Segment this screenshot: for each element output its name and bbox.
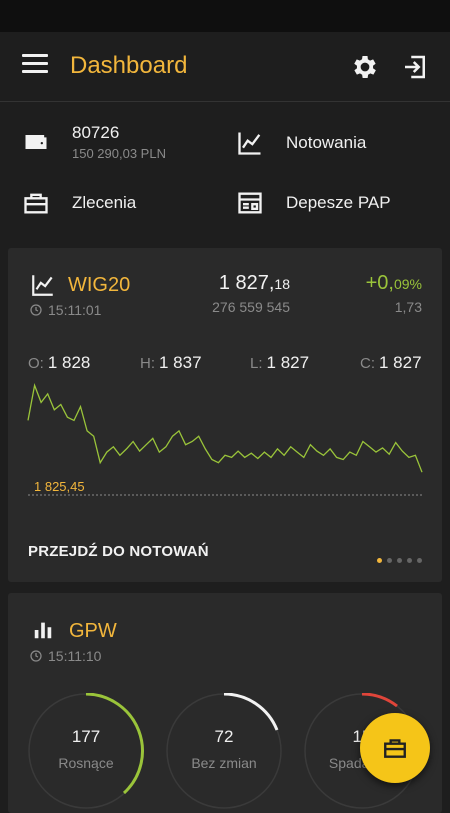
clock-icon [30, 304, 42, 316]
newspaper-icon [238, 192, 262, 214]
app-bar: Dashboard [0, 32, 450, 102]
logout-icon[interactable] [400, 52, 430, 82]
price-main: 1 827, [218, 272, 275, 294]
account-balance: 150 290,03 PLN [72, 146, 166, 161]
quotes-label: Notowania [286, 133, 367, 152]
low-value: L: 1 827 [250, 353, 310, 372]
orders-item[interactable]: Zlecenia [22, 189, 136, 217]
flat-label: Bez zmian [191, 755, 257, 771]
open-value: O: 1 828 [28, 353, 91, 372]
gear-icon[interactable] [350, 52, 380, 82]
change-absolute: 1,73 [394, 299, 422, 315]
rising-count: 177 [71, 727, 101, 746]
new-order-fab[interactable] [360, 713, 430, 783]
wig-time: 15:11:01 [48, 302, 102, 318]
briefcase-icon [384, 739, 406, 758]
account-number: 80726 [72, 123, 120, 142]
flat-count: 72 [214, 727, 234, 746]
news-label: Depesze PAP [286, 193, 391, 212]
briefcase-icon [24, 193, 48, 214]
close-value: C: 1 827 [360, 353, 422, 372]
wig20-card[interactable]: WIG20 15:11:01 1 827,18 276 559 545 +0,0… [8, 248, 442, 582]
account-item[interactable]: 80726 150 290,03 PLN [22, 123, 166, 161]
page-dot[interactable] [397, 558, 402, 563]
quick-actions: 80726 150 290,03 PLN Notowania Zlecenia … [0, 101, 450, 241]
change-main: +0, [365, 272, 394, 294]
wallet-icon [25, 135, 47, 149]
high-value: H: 1 837 [140, 353, 202, 372]
news-item[interactable]: Depesze PAP [236, 189, 391, 217]
rising-label: Rosnące [58, 755, 114, 771]
change-block: +0,09% 1,73 [366, 272, 422, 315]
page-indicator[interactable] [372, 558, 422, 563]
line-chart-icon [238, 132, 261, 155]
gpw-title: GPW [69, 620, 117, 642]
quotes-item[interactable]: Notowania [236, 129, 366, 157]
wig-timestamp: 15:11:01 [30, 302, 101, 318]
gpw-card[interactable]: GPW 15:11:10 177 Rosnące 72 Bez zmian 15… [8, 593, 442, 813]
status-bar [0, 0, 450, 32]
line-chart-icon [32, 275, 53, 296]
page-dot[interactable] [387, 558, 392, 563]
reference-label: 1 825,45 [34, 479, 85, 494]
flat-stat: 72 Bez zmian [169, 727, 279, 771]
go-to-quotes-link[interactable]: PRZEJDŹ DO NOTOWAŃ [28, 543, 209, 560]
price-block: 1 827,18 276 559 545 [206, 272, 290, 315]
page-dot[interactable] [377, 558, 382, 563]
price-decimals: 18 [274, 276, 290, 292]
gpw-time: 15:11:10 [48, 648, 102, 664]
menu-icon[interactable] [22, 54, 48, 76]
bar-chart-icon [34, 622, 52, 639]
change-decimals: 09% [393, 276, 422, 292]
clock-icon [30, 650, 42, 662]
orders-label: Zlecenia [72, 193, 137, 212]
page-dot[interactable] [407, 558, 412, 563]
page-title: Dashboard [70, 52, 188, 79]
volume: 276 559 545 [212, 299, 290, 315]
price-line [27, 383, 423, 473]
page-dot[interactable] [417, 558, 422, 563]
index-name: WIG20 [68, 274, 131, 296]
wig20-chart: 1 825,45 [27, 383, 423, 496]
rising-stat: 177 Rosnące [31, 727, 141, 771]
gpw-timestamp: 15:11:10 [30, 648, 101, 664]
